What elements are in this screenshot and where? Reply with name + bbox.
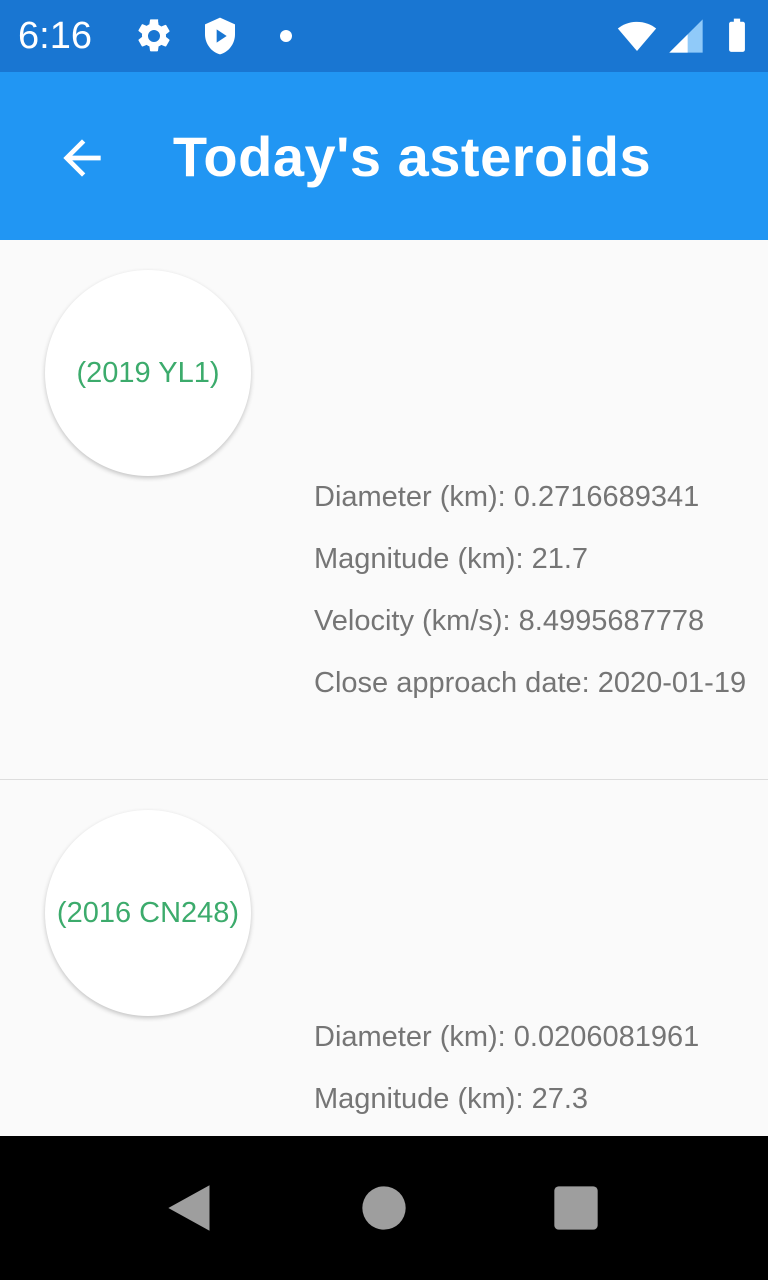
magnitude-label: Magnitude (km): — [314, 1083, 532, 1115]
magnitude-line: Magnitude (km): 27.3 — [314, 1068, 699, 1130]
close-approach-value: 2020-01-19 — [597, 667, 747, 699]
asteroid-avatar: (2016 CN248) — [45, 810, 251, 1016]
battery-icon — [718, 16, 756, 56]
diameter-label: Diameter (km): — [314, 481, 514, 513]
magnitude-label: Magnitude (km): — [314, 543, 532, 575]
asteroid-avatar: (2019 YL1) — [45, 270, 251, 476]
home-circle-icon[interactable] — [358, 1182, 410, 1234]
settings-icon — [134, 16, 174, 56]
wifi-icon — [612, 16, 662, 56]
diameter-value: 0.0206081961 — [513, 1021, 700, 1053]
magnitude-line: Magnitude (km): 21.7 — [314, 528, 746, 590]
status-bar: 6:16 — [0, 0, 768, 72]
velocity-line: Velocity (km/s): 8.4995687778 — [314, 590, 746, 652]
close-approach-label: Close approach date: — [314, 667, 598, 699]
app-bar: Today's asteroids — [0, 72, 768, 240]
asteroid-list[interactable]: (2019 YL1) Diameter (km): 0.2716689341 M… — [0, 240, 768, 1136]
diameter-value: 0.2716689341 — [513, 481, 700, 513]
diameter-label: Diameter (km): — [314, 1021, 514, 1053]
list-item[interactable]: (2016 CN248) Diameter (km): 0.0206081961… — [0, 780, 768, 1136]
magnitude-value: 21.7 — [531, 543, 589, 575]
asteroid-name: (2019 YL1) — [76, 356, 220, 389]
list-item[interactable]: (2019 YL1) Diameter (km): 0.2716689341 M… — [0, 240, 768, 780]
page-title: Today's asteroids — [172, 125, 652, 188]
velocity-value: 8.4995687778 — [518, 605, 705, 637]
signal-icon — [666, 16, 706, 56]
status-time: 6:16 — [18, 15, 92, 57]
notification-dot-icon — [268, 16, 304, 56]
velocity-label: Velocity (km/s): — [314, 605, 519, 637]
magnitude-value: 27.3 — [531, 1083, 589, 1115]
back-triangle-icon[interactable] — [164, 1182, 216, 1234]
screen: 6:16 Today's asteroids (2019 YL1) Diamet… — [0, 0, 768, 1280]
asteroid-name: (2016 CN248) — [56, 896, 240, 929]
diameter-line: Diameter (km): 0.0206081961 — [314, 1006, 699, 1068]
close-approach-line: Close approach date: 2020-01-19 — [314, 652, 746, 714]
navigation-bar — [0, 1136, 768, 1280]
recents-square-icon[interactable] — [550, 1182, 602, 1234]
asteroid-details: Diameter (km): 0.0206081961 Magnitude (k… — [314, 1006, 699, 1130]
shield-play-icon — [200, 16, 240, 56]
diameter-line: Diameter (km): 0.2716689341 — [314, 466, 746, 528]
asteroid-details: Diameter (km): 0.2716689341 Magnitude (k… — [314, 466, 746, 714]
